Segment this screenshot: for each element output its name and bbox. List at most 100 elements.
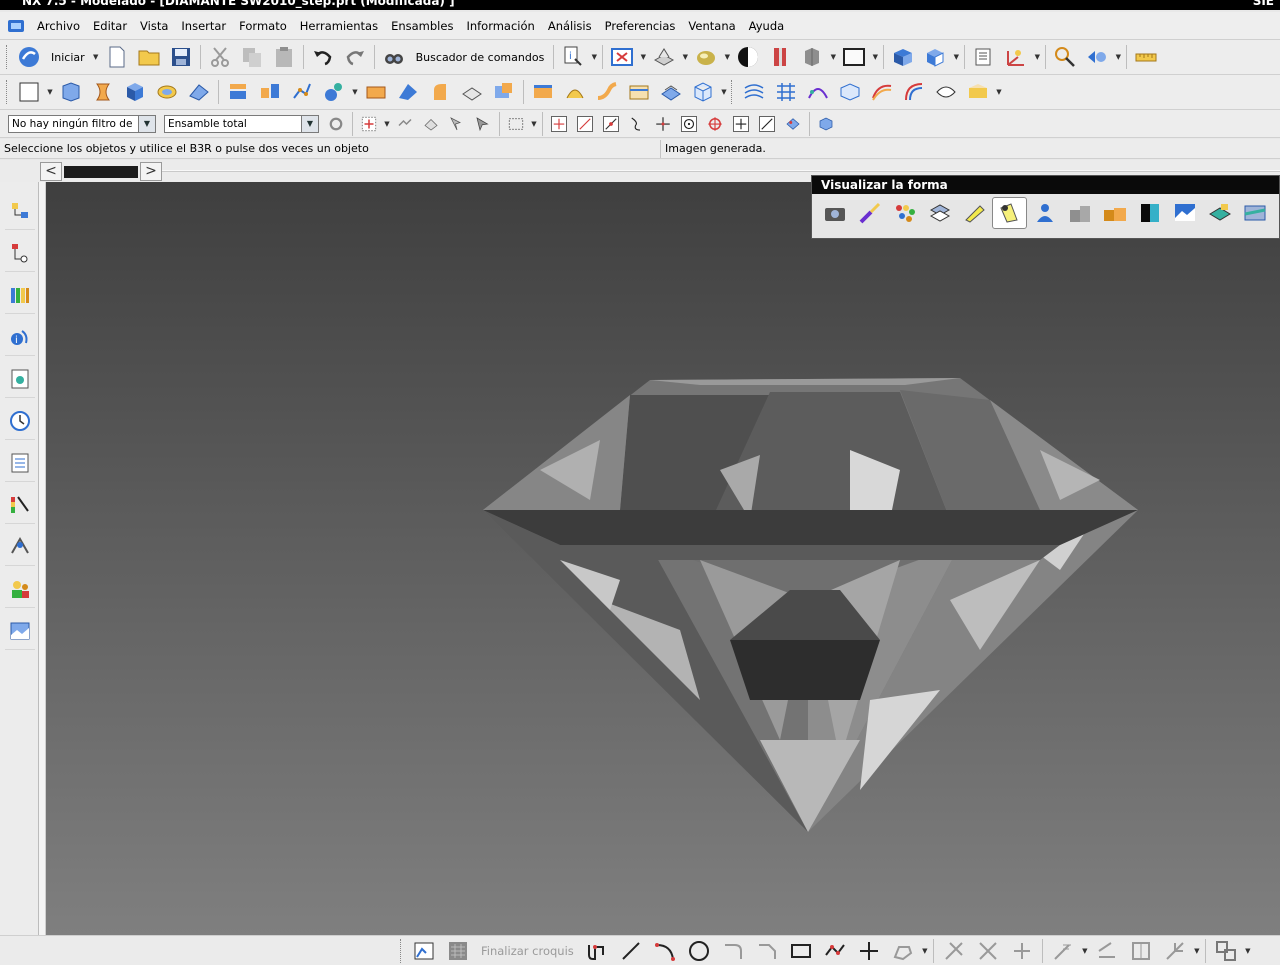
auto-constrain-dropdown-icon[interactable]: ▼: [1192, 947, 1202, 955]
filter-settings-icon[interactable]: [323, 111, 349, 137]
styled-sweep-icon[interactable]: [866, 77, 898, 107]
diamond-model[interactable]: [46, 182, 1280, 935]
cut-icon[interactable]: [204, 42, 236, 72]
select-dropdown-icon[interactable]: ▼: [382, 120, 392, 128]
info-icon[interactable]: i: [557, 42, 589, 72]
wire-box-icon[interactable]: [687, 77, 719, 107]
select-all-icon[interactable]: [356, 111, 382, 137]
render-style-icon[interactable]: [732, 42, 764, 72]
face-blend-icon[interactable]: [930, 77, 962, 107]
molecules-icon[interactable]: [887, 197, 922, 229]
arc-icon[interactable]: [648, 936, 682, 965]
spotlight-icon[interactable]: [992, 197, 1027, 229]
info-dropdown-icon[interactable]: ▼: [589, 53, 599, 61]
assembly-navigator-tab[interactable]: [5, 192, 35, 230]
sweep-icon[interactable]: [591, 77, 623, 107]
chevron-down-icon[interactable]: ▼: [301, 115, 318, 132]
orient-dropdown-icon[interactable]: ▼: [680, 53, 690, 61]
snap-endpoint-icon[interactable]: [546, 111, 572, 137]
shell-icon[interactable]: [183, 77, 215, 107]
global-shaping-icon[interactable]: [962, 77, 994, 107]
menu-insertar[interactable]: Insertar: [176, 19, 234, 33]
constraints-icon[interactable]: [1046, 936, 1080, 965]
menu-ensambles[interactable]: Ensambles: [386, 19, 461, 33]
show-constraints-icon[interactable]: [1124, 936, 1158, 965]
system-scene-tab[interactable]: [5, 612, 35, 650]
menu-analisis[interactable]: Análisis: [543, 19, 600, 33]
studio-surface-icon[interactable]: [834, 77, 866, 107]
scroll-left-button[interactable]: <: [40, 162, 62, 181]
save-icon[interactable]: [165, 42, 197, 72]
unite-icon[interactable]: [488, 77, 520, 107]
constraints-dropdown-icon[interactable]: ▼: [1080, 947, 1090, 955]
camera-icon[interactable]: [817, 197, 852, 229]
line-icon[interactable]: [614, 936, 648, 965]
paste-icon[interactable]: [268, 42, 300, 72]
surface-icon[interactable]: [151, 77, 183, 107]
edge-blend-dropdown-icon[interactable]: ▼: [350, 88, 360, 96]
block-icon[interactable]: [119, 77, 151, 107]
toolbar-grip[interactable]: [6, 80, 9, 104]
snap-solid-icon[interactable]: [813, 111, 839, 137]
auto-constrain-icon[interactable]: [1158, 936, 1192, 965]
web-browser-tab[interactable]: [5, 360, 35, 398]
new-file-icon[interactable]: [101, 42, 133, 72]
command-finder-button[interactable]: Buscador de comandos: [410, 51, 551, 64]
menu-herramientas[interactable]: Herramientas: [295, 19, 386, 33]
point-icon[interactable]: [286, 77, 318, 107]
landscape-icon[interactable]: [1167, 197, 1202, 229]
chamfer-icon[interactable]: [360, 77, 392, 107]
component-dropdown-icon[interactable]: ▼: [951, 53, 961, 61]
shading-dropdown-icon[interactable]: ▼: [722, 53, 732, 61]
toolbar-grip[interactable]: [6, 45, 9, 69]
layers-icon[interactable]: [968, 42, 1000, 72]
fit-icon[interactable]: [606, 42, 638, 72]
system-materials-tab[interactable]: [5, 528, 35, 566]
pointer-icon[interactable]: [470, 111, 496, 137]
analysis-tab[interactable]: [5, 486, 35, 524]
curve-mesh-icon[interactable]: [738, 77, 770, 107]
snap-quadrant-icon[interactable]: [702, 111, 728, 137]
paintbrush-icon[interactable]: [852, 197, 887, 229]
snap-intersection-icon[interactable]: [650, 111, 676, 137]
window-icon[interactable]: [1237, 197, 1272, 229]
mirror-icon[interactable]: [456, 77, 488, 107]
sketch-task-icon[interactable]: [407, 936, 441, 965]
command-finder-icon[interactable]: [378, 42, 410, 72]
revolve-icon[interactable]: [87, 77, 119, 107]
dimensions-icon[interactable]: [1090, 936, 1124, 965]
offset-dropdown-icon[interactable]: ▼: [920, 947, 930, 955]
material-icon[interactable]: [922, 197, 957, 229]
styled-blend-icon[interactable]: [898, 77, 930, 107]
start-dropdown-icon[interactable]: ▼: [91, 53, 101, 61]
rectangle-select-icon[interactable]: [503, 111, 529, 137]
wcs-icon[interactable]: [1000, 42, 1032, 72]
section-icon[interactable]: [764, 42, 796, 72]
circle-icon[interactable]: [682, 936, 716, 965]
offset-curve-icon[interactable]: [886, 936, 920, 965]
menu-ayuda[interactable]: Ayuda: [744, 19, 793, 33]
scroll-thumb[interactable]: [64, 166, 138, 178]
constraint-navigator-tab[interactable]: [5, 234, 35, 272]
copy-icon[interactable]: [236, 42, 268, 72]
move-cursor-icon[interactable]: [444, 111, 470, 137]
menu-ventana[interactable]: Ventana: [683, 19, 743, 33]
datum-icon[interactable]: [222, 77, 254, 107]
menu-formato[interactable]: Formato: [234, 19, 295, 33]
snap-face-icon[interactable]: [780, 111, 806, 137]
point-sketch-icon[interactable]: [852, 936, 886, 965]
wcs-dropdown-icon[interactable]: ▼: [1032, 53, 1042, 61]
scroll-right-button[interactable]: >: [140, 162, 162, 181]
measure-icon[interactable]: [1130, 42, 1162, 72]
sketch-settings-dropdown-icon[interactable]: ▼: [1243, 947, 1253, 955]
motion-dropdown-icon[interactable]: ▼: [1113, 53, 1123, 61]
snap-curve-icon[interactable]: [624, 111, 650, 137]
reuse-library-tab[interactable]: i: [5, 318, 35, 356]
app-menu-icon[interactable]: [6, 18, 26, 34]
shading-icon[interactable]: [690, 42, 722, 72]
menu-informacion[interactable]: Información: [461, 19, 542, 33]
polygon-icon[interactable]: [818, 936, 852, 965]
global-shaping-dropdown-icon[interactable]: ▼: [994, 88, 1004, 96]
sketch-icon[interactable]: [13, 77, 45, 107]
roles-tab[interactable]: [5, 444, 35, 482]
